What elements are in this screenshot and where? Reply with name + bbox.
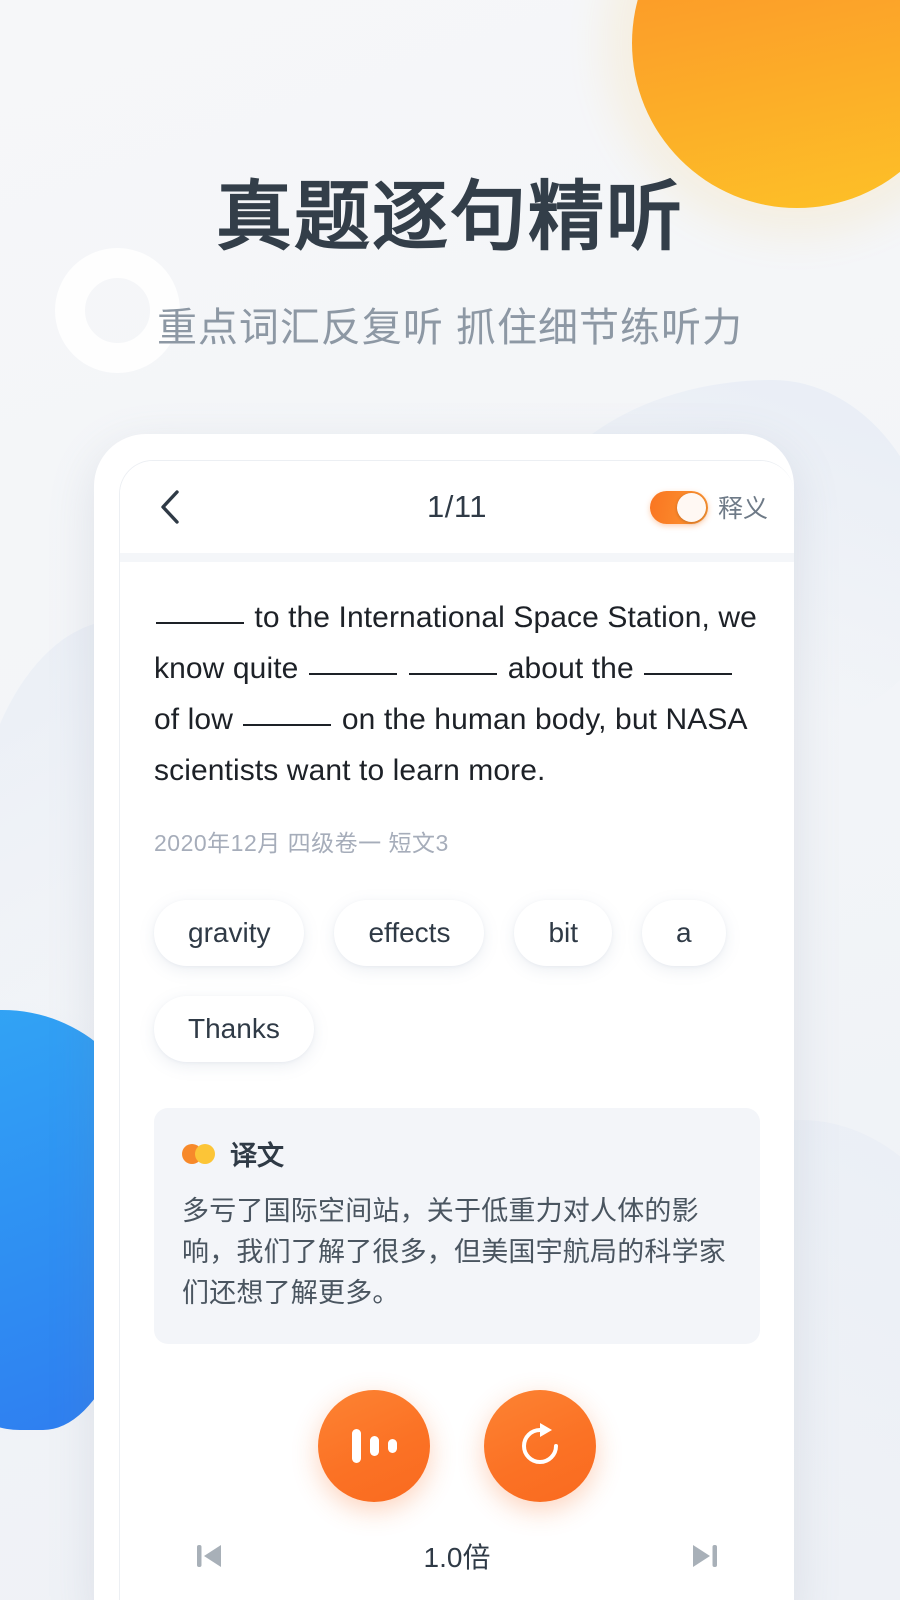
sentence-text-3: of low	[154, 703, 242, 736]
audio-bars-icon	[351, 1428, 397, 1464]
word-chip[interactable]: bit	[514, 900, 613, 966]
exercise-source: 2020年12月 四级卷一 短文3	[154, 830, 449, 856]
app-header: 1/11 释义	[120, 461, 794, 553]
skip-previous-icon	[197, 1545, 221, 1567]
replay-button[interactable]	[484, 1390, 596, 1502]
word-chip[interactable]: effects	[334, 900, 485, 966]
skip-next-icon	[693, 1545, 717, 1567]
translation-header: 译文	[182, 1134, 732, 1173]
player-controls	[154, 1390, 760, 1502]
hero-section: 真题逐句精听 重点词汇反复听 抓住细节练听力	[0, 0, 900, 353]
blank-3[interactable]	[409, 673, 498, 675]
word-chip[interactable]: a	[642, 900, 726, 966]
translation-card: 译文 多亏了国际空间站，关于低重力对人体的影响，我们了解了很多，但美国宇航局的科…	[154, 1108, 760, 1344]
translation-title: 译文	[230, 1141, 284, 1171]
sentence-text-2: about the	[499, 652, 643, 685]
header-divider	[120, 553, 794, 562]
definition-toggle-label: 释义	[717, 495, 768, 523]
word-chip-list: gravity effects bit a Thanks	[154, 900, 760, 1062]
phone-screen: 1/11 释义 to the International Space Stati…	[119, 460, 794, 1600]
playback-speed[interactable]: 1.0倍	[424, 1536, 491, 1576]
phone-mockup: 1/11 释义 to the International Space Stati…	[94, 434, 794, 1600]
word-chip[interactable]: Thanks	[154, 996, 314, 1062]
replay-icon	[522, 1423, 558, 1464]
two-circles-icon	[182, 1143, 216, 1164]
definition-toggle[interactable]	[649, 490, 708, 524]
playback-bar: 1.0倍	[154, 1502, 760, 1576]
blank-5[interactable]	[243, 724, 332, 726]
hero-subtitle: 重点词汇反复听 抓住细节练听力	[156, 306, 744, 350]
next-button[interactable]	[688, 1539, 722, 1573]
word-chip[interactable]: gravity	[154, 900, 305, 966]
previous-button[interactable]	[192, 1539, 226, 1573]
toggle-knob	[676, 492, 706, 522]
back-button[interactable]	[150, 487, 190, 527]
sentence-text-4: on the human body, but NASA scientists w…	[154, 703, 746, 787]
play-audio-button[interactable]	[318, 1390, 430, 1502]
translation-text: 多亏了国际空间站，关于低重力对人体的影响，我们了解了很多，但美国宇航局的科学家们…	[182, 1196, 726, 1308]
promo-screenshot: 真题逐句精听 重点词汇反复听 抓住细节练听力 1/11 释义 to the In…	[0, 0, 900, 1600]
blank-2[interactable]	[308, 673, 397, 675]
blank-4[interactable]	[644, 673, 733, 675]
chevron-left-icon	[161, 490, 179, 524]
blank-1[interactable]	[156, 622, 244, 624]
hero-title: 真题逐句精听	[216, 175, 684, 260]
exercise-content: to the International Space Station, we k…	[120, 562, 794, 1576]
exercise-sentence: to the International Space Station, we k…	[154, 592, 760, 796]
header-right-group: 释义	[649, 489, 768, 525]
